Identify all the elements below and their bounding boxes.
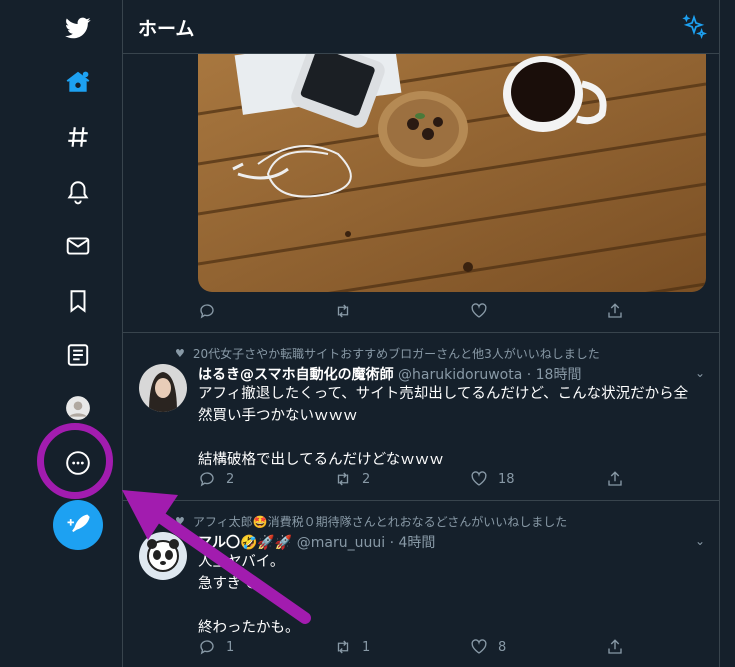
display-name[interactable]: はるき@スマホ自動化の魔術師 [198,367,394,383]
compose-tweet-button[interactable] [53,500,103,550]
retweet-count: 1 [362,639,371,655]
reply-icon [200,640,214,655]
reply-icon [200,472,214,487]
tweet-text: アフィ撤退したくって、サイト売却出してるんだけど、こんな状況だから全 然買い手つ… [198,383,708,471]
tweet-actions [198,302,638,324]
chevron-down-icon[interactable]: ⌄ [695,534,705,548]
display-name[interactable]: マル〇🤣🚀🚀 [198,535,292,551]
heart-small-icon: ♥ [175,347,185,360]
lists-icon[interactable] [60,337,96,373]
reply-count: 2 [226,471,235,487]
social-context: ♥ 20代女子さやか転職サイトおすすめブロガーさんと他3人がいいねしました [175,345,600,362]
home-icon[interactable] [60,64,96,100]
reply-icon [200,304,214,319]
retweet-icon [337,472,349,486]
timeline-header: ホーム [123,0,719,54]
tweet-text-line: 終わったかも。 [198,620,300,636]
like-button[interactable]: 18 [470,470,515,488]
heart-icon [471,471,487,486]
like-button[interactable]: 8 [470,638,506,656]
more-icon[interactable] [60,445,96,481]
social-context: ♥ アフィ太郎🤩消費税０期待隊さんとれおなるどさんがいいねしました [175,513,567,530]
handle[interactable]: @harukidoruwota [398,367,522,383]
divider [123,332,719,333]
messages-envelope-icon[interactable] [60,228,96,264]
tweet-text-line: 人生ヤバイ。 [198,554,285,570]
avatar[interactable] [139,364,187,412]
share-button[interactable] [606,470,634,488]
reply-button[interactable]: 1 [198,638,234,656]
divider [123,500,719,501]
profile-avatar-icon[interactable] [60,390,96,426]
avatar[interactable] [139,532,187,580]
sparkle-icon[interactable] [681,14,707,40]
home-timeline: ホーム ♥ 20代女子さやか転職サイトおすすめブロガーさんと他3人がいいねしまし… [122,0,720,667]
timestamp[interactable]: · 18時間 [527,367,582,383]
share-icon [608,639,622,654]
share-icon [608,471,622,486]
social-context-text: 20代女子さやか転職サイトおすすめブロガーさんと他3人がいいねしました [192,347,600,361]
retweet-button[interactable] [334,302,362,320]
retweet-button[interactable]: 1 [334,638,370,656]
sidebar [0,0,122,667]
twitter-logo-icon[interactable] [60,10,96,46]
page-title: ホーム [138,18,195,40]
chevron-down-icon[interactable]: ⌄ [695,366,705,380]
share-icon [608,303,622,318]
retweet-icon [337,640,349,654]
tweet-text-line: 然買い手つかないｗｗｗ [198,408,358,424]
like-count: 8 [498,639,507,655]
tweet-text-line: 結構破格で出してるんだけどなｗｗｗ [198,452,444,468]
heart-small-icon: ♥ [175,515,185,528]
share-button[interactable] [606,638,634,656]
share-button[interactable] [606,302,634,320]
bookmarks-icon[interactable] [60,283,96,319]
tweet-author-line: マル〇🤣🚀🚀 @maru_uuui · 4時間 [198,532,435,552]
tweet-text: 人生ヤバイ。 急すぎて。 終わったかも。 [198,551,708,639]
retweet-icon [337,304,349,318]
social-context-text: アフィ太郎🤩消費税０期待隊さんとれおなるどさんがいいねしました [192,515,568,529]
compose-tweet-icon [67,514,90,532]
tweet-author-line: はるき@スマホ自動化の魔術師 @harukidoruwota · 18時間 [198,364,581,384]
tweet-text-line: 急すぎて。 [198,576,271,592]
reply-button[interactable] [198,302,226,320]
tweet-actions: 1 1 8 [198,638,638,660]
explore-hashtag-icon[interactable] [60,119,96,155]
notifications-bell-icon[interactable] [60,174,96,210]
retweet-count: 2 [362,471,371,487]
reply-count: 1 [226,639,235,655]
like-button[interactable] [470,302,498,320]
tweet-text-line: アフィ撤退したくって、サイト売却出してるんだけど、こんな状況だから全 [198,386,689,402]
like-count: 18 [498,471,515,487]
timestamp[interactable]: · 4時間 [390,535,436,551]
tweet-actions: 2 2 18 [198,470,638,492]
handle[interactable]: @maru_uuui [297,535,385,551]
heart-icon [471,303,487,318]
tweet-photo[interactable] [198,54,706,292]
reply-button[interactable]: 2 [198,470,234,488]
retweet-button[interactable]: 2 [334,470,370,488]
heart-icon [471,639,487,654]
